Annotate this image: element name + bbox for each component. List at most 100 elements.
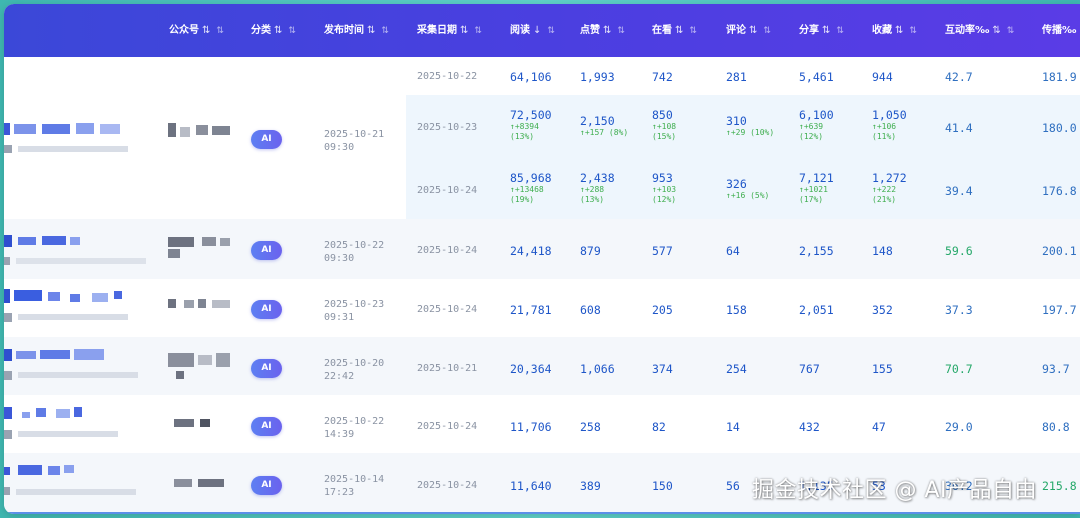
table-bottom-border <box>4 512 1080 514</box>
spread-rate-value: 200.1 <box>1042 244 1077 258</box>
publish-time: 2025-10-22 14:39 <box>324 416 385 440</box>
column-header-spread-rate[interactable]: 传播‰ <box>1042 4 1076 57</box>
watching-value: 742 <box>652 70 673 84</box>
reads-value: 11,706 <box>510 420 552 434</box>
comments-value: 158 <box>726 303 747 317</box>
favorites-value: 155 <box>872 362 893 376</box>
collect-date: 2025-10-24 <box>417 304 478 315</box>
interaction-rate-value: 42.7 <box>945 70 973 84</box>
reads-value: 64,106 <box>510 70 552 84</box>
column-header-account[interactable]: 公众号 ⇅ ⇅ <box>169 4 224 57</box>
table-row[interactable]: AI 2025-10-21 09:30 2025-10-22 64,106 1,9… <box>4 57 1080 219</box>
comments-value: 56 <box>726 479 740 493</box>
collect-date: 2025-10-24 <box>417 185 478 196</box>
account-id-blurred <box>174 479 230 489</box>
category-tag[interactable]: AI <box>251 300 282 319</box>
interaction-rate-value: 59.6 <box>945 244 973 258</box>
likes-value: 1,066 <box>580 362 615 376</box>
spread-rate-value: 93.7 <box>1042 362 1070 376</box>
account-id-blurred <box>168 123 232 139</box>
reads-cell: 72,500 ↑+8394 (13%) <box>510 108 552 141</box>
column-header-favorites[interactable]: 收藏 ⇅ ⇅ <box>872 4 917 57</box>
column-header-reads[interactable]: 阅读 ↓ ⇅ <box>510 4 555 57</box>
likes-value: 879 <box>580 244 601 258</box>
likes-value: 1,993 <box>580 70 615 84</box>
account-name-blurred <box>4 289 154 323</box>
spread-rate-value: 176.8 <box>1042 184 1077 198</box>
column-header-collect-date[interactable]: 采集日期 ⇅ ⇅ <box>417 4 482 57</box>
collect-date: 2025-10-24 <box>417 245 478 256</box>
account-id-blurred <box>168 299 232 311</box>
watching-value: 374 <box>652 362 673 376</box>
watching-value: 577 <box>652 244 673 258</box>
publish-time: 2025-10-20 22:42 <box>324 358 385 382</box>
watching-value: 150 <box>652 479 673 493</box>
column-header-watching[interactable]: 在看 ⇅ ⇅ <box>652 4 697 57</box>
collect-date: 2025-10-24 <box>417 421 478 432</box>
table-row[interactable]: AI 2025-10-22 14:39 2025-10-24 11,706 258… <box>4 395 1080 453</box>
category-tag[interactable]: AI <box>251 130 282 149</box>
table-row[interactable]: AI 2025-10-22 09:30 2025-10-24 24,418 879… <box>4 219 1080 279</box>
interaction-rate-value: 39.4 <box>945 184 973 198</box>
collect-date: 2025-10-23 <box>417 122 478 133</box>
reads-cell: 85,968 ↑+13468 (19%) <box>510 171 552 204</box>
favorites-cell: 1,272 ↑+222 (21%) <box>872 171 907 204</box>
spread-rate-value: 197.7 <box>1042 303 1077 317</box>
collect-date: 2025-10-21 <box>417 363 478 374</box>
account-id-blurred <box>168 237 232 259</box>
table-row[interactable]: AI 2025-10-23 09:31 2025-10-24 21,781 608… <box>4 279 1080 337</box>
comments-value: 14 <box>726 420 740 434</box>
data-table-panel: 公众号 ⇅ ⇅ 分类 ⇅ ⇅ 发布时间 ⇅ ⇅ 采集日期 ⇅ ⇅ 阅读 ↓ ⇅ 点赞 ⇅ ⇅ 在看 ⇅ ⇅ … <box>4 4 1080 514</box>
spread-rate-value: 181.9 <box>1042 70 1077 84</box>
watching-value: 82 <box>652 420 666 434</box>
interaction-rate-value: 37.3 <box>945 303 973 317</box>
account-name-blurred <box>4 465 154 501</box>
account-name-blurred <box>4 407 154 441</box>
likes-value: 389 <box>580 479 601 493</box>
collect-date: 2025-10-22 <box>417 71 478 82</box>
interaction-rate-value: 70.7 <box>945 362 973 376</box>
shares-value: 2,155 <box>799 244 834 258</box>
shares-value: 432 <box>799 420 820 434</box>
account-name-blurred <box>4 123 144 153</box>
shares-cell: 7,121 ↑+1021 (17%) <box>799 171 834 204</box>
favorites-value: 352 <box>872 303 893 317</box>
shares-value: 2,051 <box>799 303 834 317</box>
favorites-value: 944 <box>872 70 893 84</box>
comments-value: 64 <box>726 244 740 258</box>
spread-rate-value: 215.8 <box>1042 479 1077 493</box>
column-header-interaction-rate[interactable]: 互动率‰ ⇅ ⇅ <box>945 4 1014 57</box>
column-header-comments[interactable]: 评论 ⇅ ⇅ <box>726 4 771 57</box>
table-row[interactable]: AI 2025-10-20 22:42 2025-10-21 20,364 1,0… <box>4 337 1080 395</box>
publish-time: 2025-10-23 09:31 <box>324 299 385 323</box>
comments-value: 254 <box>726 362 747 376</box>
reads-value: 11,640 <box>510 479 552 493</box>
column-header-likes[interactable]: 点赞 ⇅ ⇅ <box>580 4 625 57</box>
interaction-rate-value: 29.0 <box>945 420 973 434</box>
reads-value: 20,364 <box>510 362 552 376</box>
account-id-blurred <box>168 353 232 381</box>
watching-cell: 953 ↑+103 (12%) <box>652 171 677 204</box>
publish-time: 2025-10-22 09:30 <box>324 240 385 264</box>
reads-value: 24,418 <box>510 244 552 258</box>
column-header-publish-time[interactable]: 发布时间 ⇅ ⇅ <box>324 4 389 57</box>
account-name-blurred <box>4 235 154 265</box>
column-header-shares[interactable]: 分享 ⇅ ⇅ <box>799 4 844 57</box>
category-tag[interactable]: AI <box>251 476 282 495</box>
likes-cell: 2,150 ↑+157 (8%) <box>580 114 629 137</box>
publish-time: 2025-10-21 09:30 <box>324 129 385 153</box>
category-tag[interactable]: AI <box>251 241 282 260</box>
interaction-rate-value: 41.4 <box>945 121 973 135</box>
publish-time: 2025-10-14 17:23 <box>324 474 385 498</box>
favorites-value: 148 <box>872 244 893 258</box>
column-header-category[interactable]: 分类 ⇅ ⇅ <box>251 4 296 57</box>
likes-value: 258 <box>580 420 601 434</box>
account-name-blurred <box>4 349 154 383</box>
watching-value: 205 <box>652 303 673 317</box>
watermark: 掘金技术社区 @ AI产品自由 <box>752 478 1038 503</box>
table-header: 公众号 ⇅ ⇅ 分类 ⇅ ⇅ 发布时间 ⇅ ⇅ 采集日期 ⇅ ⇅ 阅读 ↓ ⇅ 点赞 ⇅ ⇅ 在看 ⇅ ⇅ … <box>4 4 1080 57</box>
category-tag[interactable]: AI <box>251 359 282 378</box>
shares-value: 5,461 <box>799 70 834 84</box>
category-tag[interactable]: AI <box>251 417 282 436</box>
collect-date: 2025-10-24 <box>417 480 478 491</box>
